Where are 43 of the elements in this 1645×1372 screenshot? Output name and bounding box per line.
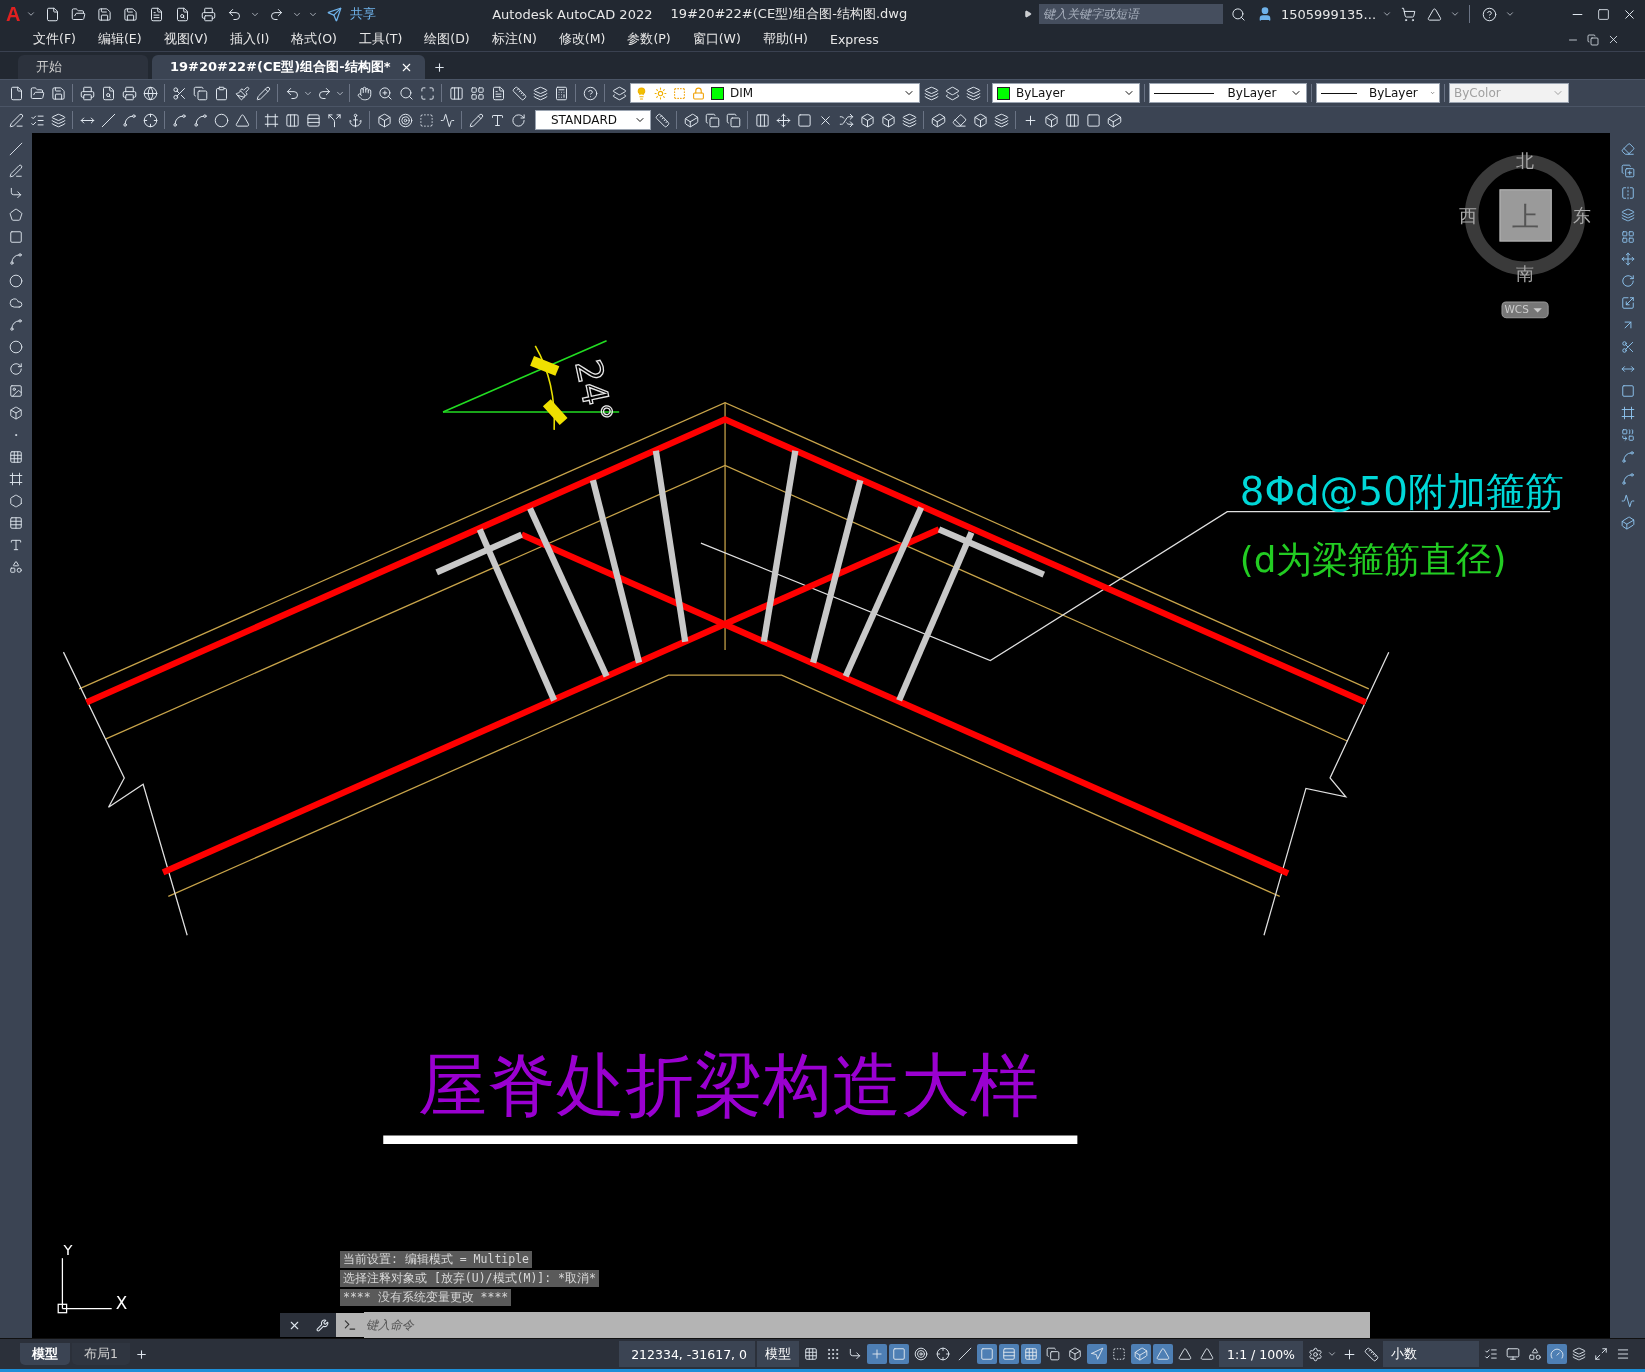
menu-item[interactable]: 插入(I) <box>218 31 281 48</box>
share-button[interactable]: 共享 <box>350 5 377 23</box>
text-style-dropdown[interactable]: STANDARD <box>535 110 651 130</box>
search-field[interactable]: 键入关键字或短语 <box>1038 4 1223 24</box>
viewcube-face-label: 上 <box>1511 201 1539 233</box>
model-space-button[interactable]: 模型 <box>757 1341 799 1367</box>
app-title: Autodesk AutoCAD 2022 <box>492 6 653 22</box>
file-title: 19#20#22#(CE型)组合图-结构图.dwg <box>670 5 908 23</box>
menu-item[interactable]: 文件(F) <box>22 31 87 48</box>
coordinates-display[interactable]: 212334, -31617, 0 <box>619 1341 755 1367</box>
axis-label: X <box>115 1292 128 1313</box>
file-tab[interactable]: 19#20#22#(CE型)组合图-结构图* <box>152 55 426 79</box>
menu-item[interactable]: 编辑(E) <box>86 31 153 48</box>
layout-tab[interactable]: 布局1 <box>72 1343 130 1365</box>
menu-item[interactable]: Express <box>819 32 890 47</box>
annotation-text: (d为梁箍筋直径) <box>1239 539 1507 581</box>
menu-item[interactable]: 绘图(D) <box>413 31 481 48</box>
menu-item[interactable]: 帮助(H) <box>751 31 819 48</box>
menu-item[interactable]: 工具(T) <box>347 31 414 48</box>
color-dropdown[interactable]: ByLayer <box>992 83 1140 103</box>
axis-label: Y <box>63 1241 73 1259</box>
layer-dropdown[interactable]: DIM <box>630 83 920 103</box>
menu-item[interactable]: 窗口(W) <box>681 31 752 48</box>
menu-item[interactable]: 视图(V) <box>152 31 219 48</box>
user-name[interactable]: 1505999135... <box>1280 6 1376 22</box>
linetype-dropdown[interactable]: ByLayer <box>1149 83 1307 103</box>
menu-item[interactable]: 参数(P) <box>616 31 682 48</box>
compass-label[interactable]: 东 <box>1572 205 1591 227</box>
angle-label: 24° <box>567 355 621 427</box>
lineweight-dropdown[interactable]: ByLayer <box>1316 83 1440 103</box>
annotation-scale-dropdown[interactable]: 1:1 / 100% <box>1219 1341 1303 1367</box>
menu-item[interactable]: 标注(N) <box>480 31 548 48</box>
compass-label[interactable]: 南 <box>1516 262 1535 284</box>
drawing-title: 屋脊处折梁构造大样 <box>417 1045 1039 1126</box>
compass-label[interactable]: 西 <box>1459 205 1478 227</box>
units-dropdown[interactable]: 小数 <box>1383 1341 1479 1367</box>
menu-item[interactable]: 修改(M) <box>547 31 617 48</box>
wcs-label: WCS <box>1504 303 1529 316</box>
compass-label[interactable]: 北 <box>1516 149 1535 171</box>
menu-item[interactable]: 格式(O) <box>280 31 348 48</box>
file-tab[interactable]: 开始 <box>18 55 148 79</box>
annotation-text: 8Φd@50附加箍筋 <box>1239 469 1564 515</box>
layout-tab[interactable]: 模型 <box>20 1343 70 1365</box>
